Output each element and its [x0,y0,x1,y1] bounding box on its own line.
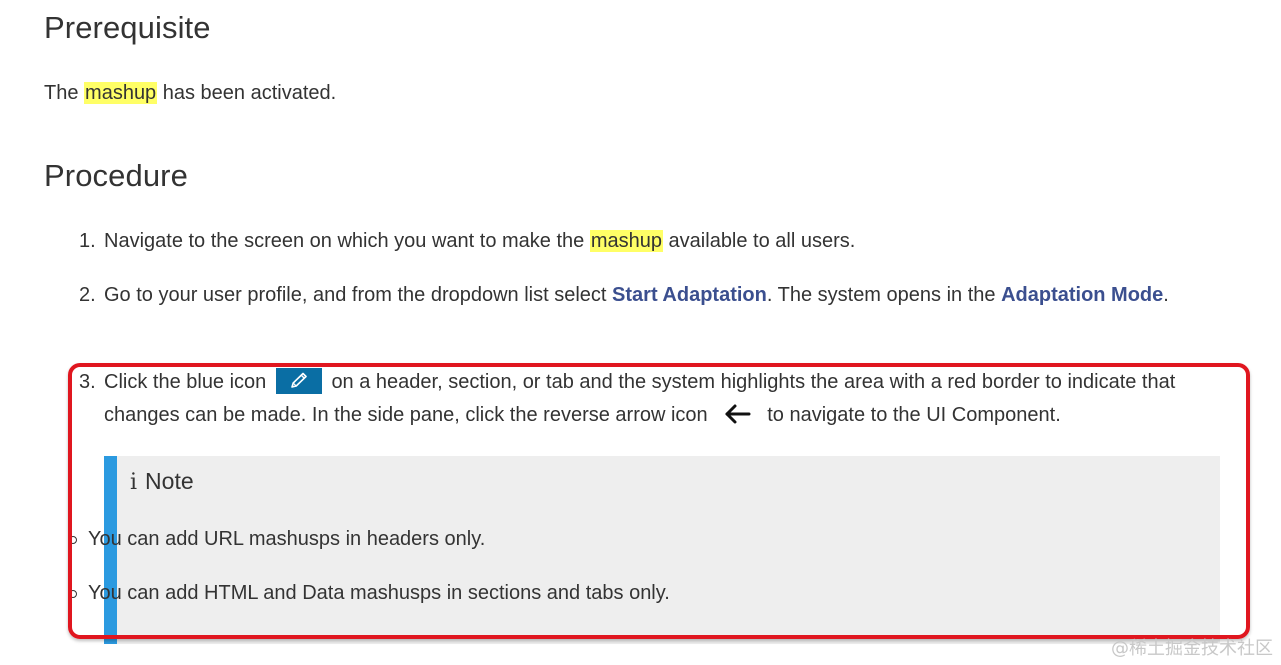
prerequisite-text-before: The [44,82,85,104]
adaptation-mode-link[interactable]: Adaptation Mode [1001,284,1163,306]
pencil-edit-icon [275,368,322,394]
prerequisite-heading: Prerequisite [44,10,211,45]
procedure-step-2: 2. Go to your user profile, and from the… [79,279,1214,312]
step-text: available to all users. [663,230,856,252]
circle-bullet-icon [69,536,77,544]
note-list-item: You can add HTML and Data mashusps in se… [69,577,670,610]
watermark: @稀土掘金技术社区 [1111,638,1273,659]
note-title-label: Note [145,468,194,494]
step-number: 2. [79,284,96,306]
prerequisite-text: The mashup has been activated. [44,77,336,110]
step-text: to navigate to the UI Component. [767,404,1061,426]
left-arrow-icon [719,402,759,426]
note-title: i Note [130,468,194,495]
step-text: . The system opens in the [766,284,1002,306]
start-adaptation-link[interactable]: Start Adaptation [612,284,767,306]
search-highlight: mashup [84,82,158,104]
circle-bullet-icon [69,590,77,598]
note-list-item: You can add URL mashusps in headers only… [69,523,486,556]
info-icon: i [130,470,138,495]
procedure-step-3: 3. Click the blue icon on a header, sect… [79,366,1214,432]
step-number: 1. [79,230,96,252]
prerequisite-text-after: has been activated. [157,82,337,104]
note-item-text: You can add HTML and Data mashusps in se… [88,582,670,604]
procedure-step-1: 1. Navigate to the screen on which you w… [79,225,1214,258]
step-text: Click the blue icon [104,371,267,393]
step-number: 3. [79,371,96,393]
step-text: Go to your user profile, and from the dr… [104,284,613,306]
step-text: . [1163,284,1169,306]
search-highlight: mashup [589,230,663,252]
step-text: Navigate to the screen on which you want… [104,230,590,252]
note-item-text: You can add URL mashusps in headers only… [88,528,486,550]
procedure-heading: Procedure [44,158,188,193]
